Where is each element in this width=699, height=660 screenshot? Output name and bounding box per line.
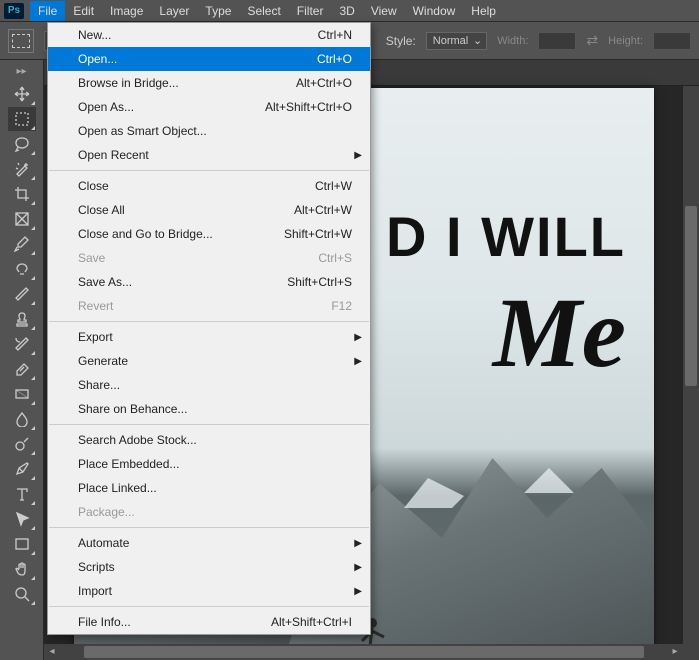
menu-filter[interactable]: Filter bbox=[289, 1, 332, 21]
menu-item-place-linked[interactable]: Place Linked... bbox=[48, 476, 370, 500]
menu-item-close-all[interactable]: Close AllAlt+Ctrl+W bbox=[48, 198, 370, 222]
menu-item-open-as[interactable]: Open As...Alt+Shift+Ctrl+O bbox=[48, 95, 370, 119]
menu-item-browse-in-bridge[interactable]: Browse in Bridge...Alt+Ctrl+O bbox=[48, 71, 370, 95]
tool-stamp[interactable] bbox=[8, 307, 36, 331]
menu-item-revert: RevertF12 bbox=[48, 294, 370, 318]
menu-file[interactable]: File bbox=[30, 1, 65, 21]
horizontal-scrollbar[interactable]: ◂ ▸ bbox=[44, 644, 683, 660]
tool-eraser[interactable] bbox=[8, 357, 36, 381]
vertical-scrollbar[interactable] bbox=[683, 86, 699, 644]
app-logo: Ps bbox=[4, 3, 24, 19]
menu-help[interactable]: Help bbox=[463, 1, 504, 21]
tool-rectangle[interactable] bbox=[8, 532, 36, 556]
menu-layer[interactable]: Layer bbox=[151, 1, 197, 21]
tool-dodge[interactable] bbox=[8, 432, 36, 456]
menu-item-save-as[interactable]: Save As...Shift+Ctrl+S bbox=[48, 270, 370, 294]
menu-item-close[interactable]: CloseCtrl+W bbox=[48, 174, 370, 198]
menu-select[interactable]: Select bbox=[239, 1, 288, 21]
menu-item-export[interactable]: Export▶ bbox=[48, 325, 370, 349]
style-label: Style: bbox=[386, 34, 416, 48]
tool-path-select[interactable] bbox=[8, 507, 36, 531]
menu-item-share-on-behance[interactable]: Share on Behance... bbox=[48, 397, 370, 421]
menu-item-close-and-go-to-bridge[interactable]: Close and Go to Bridge...Shift+Ctrl+W bbox=[48, 222, 370, 246]
file-menu-dropdown: New...Ctrl+NOpen...Ctrl+OBrowse in Bridg… bbox=[47, 22, 371, 635]
collapse-icon[interactable]: ▸▸ bbox=[0, 66, 43, 78]
menu-item-automate[interactable]: Automate▶ bbox=[48, 531, 370, 555]
menubar: Ps FileEditImageLayerTypeSelectFilter3DV… bbox=[0, 0, 699, 22]
menu-item-place-embedded[interactable]: Place Embedded... bbox=[48, 452, 370, 476]
style-select[interactable]: Normal bbox=[426, 32, 487, 50]
width-label: Width: bbox=[497, 35, 528, 47]
menu-item-share[interactable]: Share... bbox=[48, 373, 370, 397]
tool-blur[interactable] bbox=[8, 407, 36, 431]
tool-magic-wand[interactable] bbox=[8, 157, 36, 181]
height-input bbox=[653, 32, 691, 50]
swap-dimensions-icon: ⇄ bbox=[586, 32, 598, 49]
menu-type[interactable]: Type bbox=[197, 1, 239, 21]
menu-item-open-recent[interactable]: Open Recent▶ bbox=[48, 143, 370, 167]
menu-image[interactable]: Image bbox=[102, 1, 151, 21]
menu-item-package: Package... bbox=[48, 500, 370, 524]
menu-item-generate[interactable]: Generate▶ bbox=[48, 349, 370, 373]
menu-item-file-info[interactable]: File Info...Alt+Shift+Ctrl+I bbox=[48, 610, 370, 634]
menu-item-import[interactable]: Import▶ bbox=[48, 579, 370, 603]
tool-frame[interactable] bbox=[8, 207, 36, 231]
width-input bbox=[538, 32, 576, 50]
menu-item-save: SaveCtrl+S bbox=[48, 246, 370, 270]
canvas-text-line2: Me bbox=[386, 285, 626, 380]
tool-marquee[interactable] bbox=[8, 107, 36, 131]
tool-preset-icon[interactable] bbox=[8, 29, 34, 53]
height-label: Height: bbox=[608, 35, 643, 47]
tools-panel: ▸▸ bbox=[0, 60, 44, 660]
tool-move[interactable] bbox=[8, 82, 36, 106]
tool-pen[interactable] bbox=[8, 457, 36, 481]
menu-window[interactable]: Window bbox=[405, 1, 464, 21]
tool-eyedropper[interactable] bbox=[8, 232, 36, 256]
tool-type[interactable] bbox=[8, 482, 36, 506]
menu-view[interactable]: View bbox=[363, 1, 405, 21]
menu-item-search-adobe-stock[interactable]: Search Adobe Stock... bbox=[48, 428, 370, 452]
tool-gradient[interactable] bbox=[8, 382, 36, 406]
tool-brush[interactable] bbox=[8, 282, 36, 306]
tool-crop[interactable] bbox=[8, 182, 36, 206]
tool-patch[interactable] bbox=[8, 257, 36, 281]
canvas-text-line1: D I WILL bbox=[386, 208, 626, 267]
menu-3d[interactable]: 3D bbox=[331, 1, 362, 21]
menu-item-new[interactable]: New...Ctrl+N bbox=[48, 23, 370, 47]
menu-item-scripts[interactable]: Scripts▶ bbox=[48, 555, 370, 579]
tool-lasso[interactable] bbox=[8, 132, 36, 156]
menu-item-open-as-smart-object[interactable]: Open as Smart Object... bbox=[48, 119, 370, 143]
tool-zoom[interactable] bbox=[8, 582, 36, 606]
tool-history-brush[interactable] bbox=[8, 332, 36, 356]
menu-edit[interactable]: Edit bbox=[65, 1, 102, 21]
menu-item-open[interactable]: Open...Ctrl+O bbox=[48, 47, 370, 71]
tool-hand[interactable] bbox=[8, 557, 36, 581]
